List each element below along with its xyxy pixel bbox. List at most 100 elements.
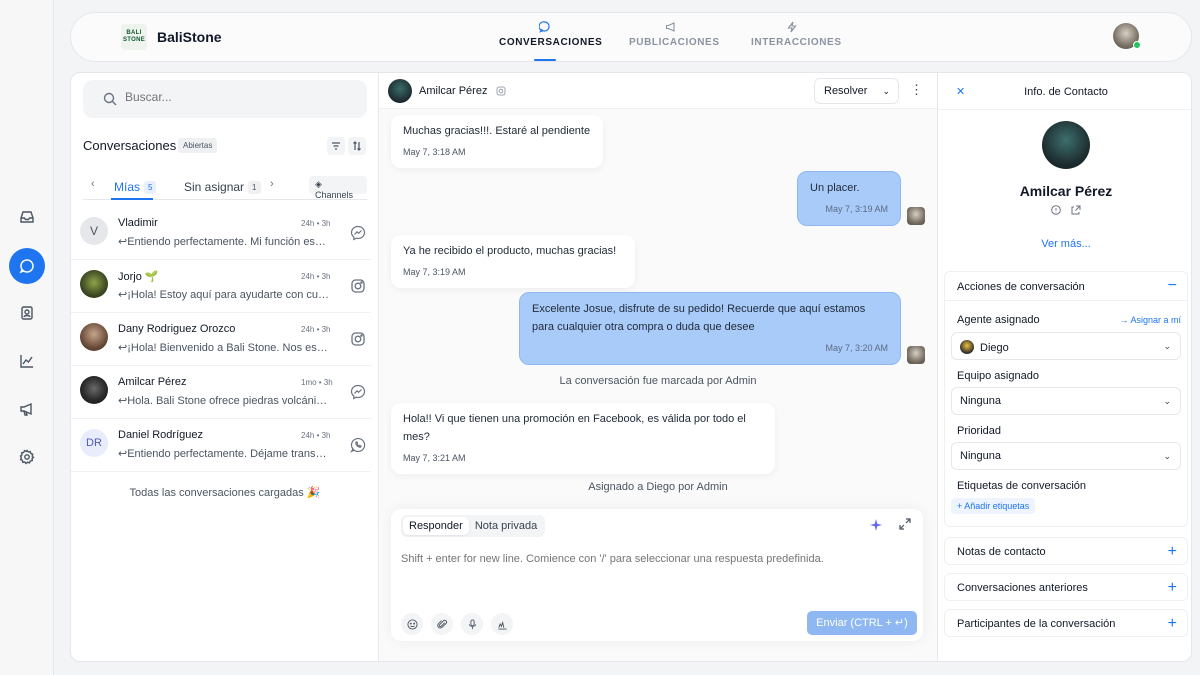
agent-select[interactable]: Diego ⌄ xyxy=(951,332,1181,360)
add-tags-button[interactable]: + Añadir etiquetas xyxy=(951,498,1036,514)
see-more-link[interactable]: Ver más... xyxy=(938,238,1191,250)
message-incoming: Muchas gracias!!!. Estaré al pendiente M… xyxy=(391,115,603,168)
status-badge: Abiertas xyxy=(178,138,218,153)
contact-info-panel: ✕ Info. de Contacto Amilcar Pérez Ver má… xyxy=(937,73,1191,661)
microphone-icon[interactable] xyxy=(461,613,483,635)
agent-avatar xyxy=(907,207,925,225)
avatar: DR xyxy=(80,429,108,457)
chevron-down-icon: ⌄ xyxy=(1163,396,1171,406)
conversation-name: Jorjo 🌱 xyxy=(118,271,159,283)
divider xyxy=(945,300,1187,301)
assign-to-me-link[interactable]: → Asignar a mí xyxy=(1119,315,1181,325)
conversation-name: Daniel Rodríguez xyxy=(118,429,203,441)
inbox-icon[interactable] xyxy=(9,199,45,235)
section-title: Notas de contacto xyxy=(957,546,1046,558)
list-item[interactable]: Amilcar Pérez 1mo • 3h ↩Hola. Bali Stone… xyxy=(71,366,371,419)
message-input[interactable] xyxy=(401,553,911,565)
contact-panel-title: Info. de Contacto xyxy=(1024,86,1108,98)
expand-plus-icon[interactable]: + xyxy=(1168,616,1177,632)
reports-icon[interactable] xyxy=(9,343,45,379)
avatar[interactable] xyxy=(388,79,412,103)
agent-avatar xyxy=(907,346,925,364)
chat-bubble-icon xyxy=(539,21,550,33)
lightning-icon xyxy=(787,21,797,33)
list-item[interactable]: DR Daniel Rodríguez 24h • 3h ↩Entiendo p… xyxy=(71,419,371,472)
conversation-time: 24h • 3h xyxy=(301,272,331,281)
expand-icon[interactable] xyxy=(899,518,911,530)
divider xyxy=(938,109,1191,110)
settings-icon[interactable] xyxy=(9,439,45,475)
instagram-icon xyxy=(496,86,506,96)
section-title: Conversaciones anteriores xyxy=(957,582,1088,594)
tab-sin-asignar[interactable]: Sin asignar 1 xyxy=(184,180,261,194)
tab-private-note[interactable]: Nota privada xyxy=(469,517,543,535)
chat-header: Amilcar Pérez Resolver ⌄ ⋮ xyxy=(379,73,937,109)
conversation-actions-section: Acciones de conversación − Agente asigna… xyxy=(944,271,1188,527)
online-status-dot xyxy=(1133,41,1141,49)
signature-icon[interactable] xyxy=(491,613,513,635)
emoji-icon[interactable] xyxy=(401,613,423,635)
tab-publicaciones[interactable]: PUBLICACIONES xyxy=(629,21,719,61)
expand-plus-icon[interactable]: + xyxy=(1168,580,1177,596)
chevron-down-icon: ⌄ xyxy=(1163,341,1171,351)
team-select[interactable]: Ninguna ⌄ xyxy=(951,387,1181,415)
chat-contact-name[interactable]: Amilcar Pérez xyxy=(419,85,487,97)
chevron-left-icon[interactable]: ‹ xyxy=(91,178,95,190)
instagram-icon xyxy=(351,279,365,293)
avatar xyxy=(80,376,108,404)
megaphone-icon[interactable] xyxy=(9,391,45,427)
priority-select[interactable]: Ninguna ⌄ xyxy=(951,442,1181,470)
search-input[interactable] xyxy=(125,90,325,104)
chat-icon[interactable] xyxy=(9,248,45,284)
conversation-preview: ↩Entiendo perfectamente. Déjame trans… xyxy=(118,448,327,460)
composer-tabs: Responder Nota privada xyxy=(401,515,546,537)
conversation-preview: ↩¡Hola! Estoy aquí para ayudarte con cu… xyxy=(118,289,329,301)
team-label: Equipo asignado xyxy=(957,370,1039,382)
contact-action-icons[interactable] xyxy=(1050,204,1090,216)
tab-interacciones[interactable]: INTERACCIONES xyxy=(751,21,841,61)
channels-button[interactable]: ◈ Channels xyxy=(309,176,367,200)
send-button[interactable]: Enviar (CTRL + ↵) xyxy=(807,611,917,635)
search-box[interactable] xyxy=(83,80,367,118)
list-item[interactable]: Jorjo 🌱 24h • 3h ↩¡Hola! Estoy aquí para… xyxy=(71,260,371,313)
section-title[interactable]: Acciones de conversación xyxy=(957,281,1085,293)
tab-reply[interactable]: Responder xyxy=(403,517,469,535)
conversation-list-panel: Conversaciones Abiertas ‹ Mías5 Sin asig… xyxy=(71,73,379,661)
previous-conversations-section[interactable]: Conversaciones anteriores + xyxy=(944,573,1188,601)
conversation-preview: ↩¡Hola! Bienvenido a Bali Stone. Nos es… xyxy=(118,342,328,354)
conversation-tabs: ‹ Mías 5 Sin asignar 1 › ◈ Channels xyxy=(83,172,367,200)
conversation-preview: ↩Entiendo perfectamente. Mi función es… xyxy=(118,236,326,248)
attachment-icon[interactable] xyxy=(431,613,453,635)
reply-composer: Responder Nota privada Enviar (CTRL + ↵) xyxy=(391,509,923,641)
participants-section[interactable]: Participantes de la conversación + xyxy=(944,609,1188,637)
conversation-name: Dany Rodriguez Orozco xyxy=(118,323,236,335)
contact-avatar xyxy=(1042,121,1090,169)
tab-conversaciones[interactable]: CONVERSACIONES xyxy=(499,21,602,61)
list-item[interactable]: Dany Rodriguez Orozco 24h • 3h ↩¡Hola! B… xyxy=(71,313,371,366)
more-options-icon[interactable]: ⋮ xyxy=(910,83,923,97)
sort-icon[interactable] xyxy=(348,137,366,155)
brand-logo[interactable]: BALI STONE xyxy=(121,24,147,50)
collapse-icon[interactable]: − xyxy=(1168,278,1177,294)
tags-label: Etiquetas de conversación xyxy=(957,480,1087,492)
conversation-name: Vladimir xyxy=(118,217,158,229)
tab-mias[interactable]: Mías 5 xyxy=(114,180,157,194)
filter-icon[interactable] xyxy=(327,137,345,155)
list-item[interactable]: V Vladimir 24h • 3h ↩Entiendo perfectame… xyxy=(71,207,371,260)
instagram-icon xyxy=(351,332,365,346)
contact-notes-section[interactable]: Notas de contacto + xyxy=(944,537,1188,565)
left-rail xyxy=(0,0,54,675)
avatar: V xyxy=(80,217,108,245)
all-loaded-message: Todas las conversaciones cargadas 🎉 xyxy=(129,487,321,499)
conversations-title: Conversaciones xyxy=(83,138,177,153)
sparkle-icon[interactable] xyxy=(869,518,883,532)
active-subtab-indicator xyxy=(111,198,153,200)
agent-label: Agente asignado xyxy=(957,314,1040,326)
search-icon xyxy=(103,92,117,106)
contacts-icon[interactable] xyxy=(9,295,45,331)
conversation-name: Amilcar Pérez xyxy=(118,376,187,388)
resolve-button[interactable]: Resolver ⌄ xyxy=(814,78,899,104)
chevron-right-icon[interactable]: › xyxy=(270,178,274,190)
expand-plus-icon[interactable]: + xyxy=(1168,544,1177,560)
chat-panel: Amilcar Pérez Resolver ⌄ ⋮ Muchas gracia… xyxy=(379,73,937,661)
